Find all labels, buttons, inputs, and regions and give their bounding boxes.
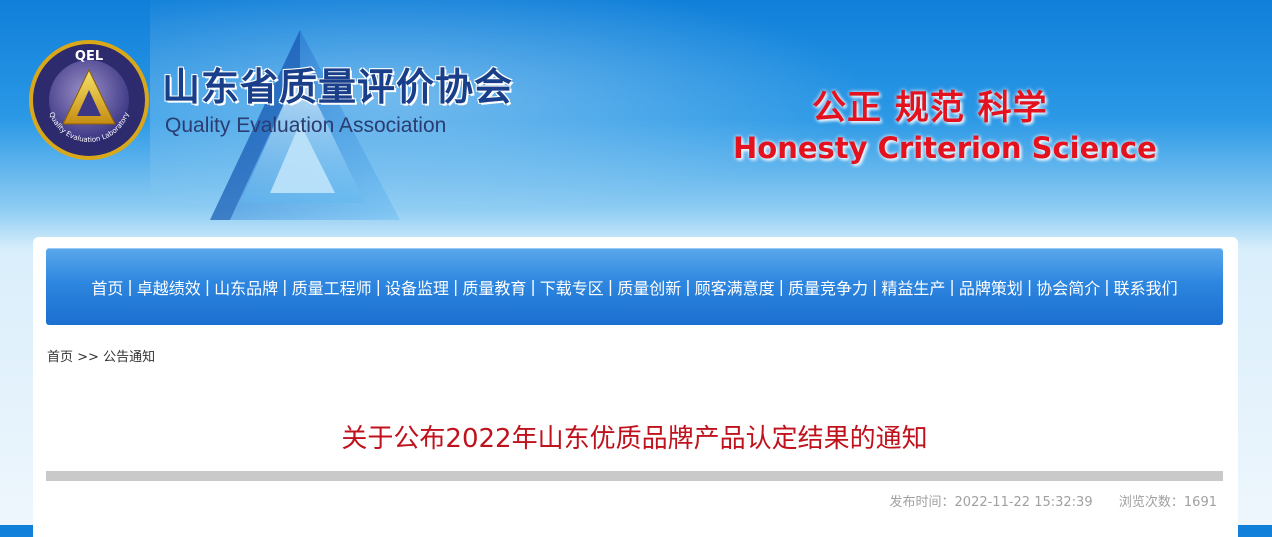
article-meta: 发布时间：2022-11-22 15:32:39 浏览次数：1691 [890, 491, 1217, 510]
publish-time: 2022-11-22 15:32:39 [954, 495, 1093, 510]
nav-item-quality-engineer[interactable]: 质量工程师 [292, 275, 372, 299]
nav-item-brand-planning[interactable]: 品牌策划 [959, 275, 1023, 299]
qel-logo: QEL Quality Evaluation Laboratory [29, 40, 149, 160]
breadcrumb-home[interactable]: 首页 [47, 350, 73, 365]
publish-time-label: 发布时间： [889, 495, 955, 510]
nav-item-lean-production[interactable]: 精益生产 [881, 275, 945, 299]
views-count: 1691 [1183, 495, 1217, 510]
breadcrumb-arrow: >> [77, 350, 99, 365]
logo-qel-text: QEL [75, 49, 103, 64]
article-title: 关于公布2022年山东优质品牌产品认定结果的通知 [341, 424, 928, 454]
breadcrumb-current[interactable]: 公告通知 [103, 350, 155, 365]
nav-item-contact-us[interactable]: 联系我们 [1114, 275, 1178, 299]
nav-separator: | [1104, 277, 1110, 296]
nav-separator: | [1026, 277, 1033, 296]
nav-item-quality-education[interactable]: 质量教育 [462, 275, 526, 299]
nav-item-quality-innovation[interactable]: 质量创新 [617, 275, 681, 299]
nav-item-equipment-supervision[interactable]: 设备监理 [385, 275, 449, 299]
nav-separator: | [127, 277, 133, 296]
nav-item-excellence-performance[interactable]: 卓越绩效 [137, 275, 201, 299]
nav-item-home[interactable]: 首页 [91, 275, 123, 299]
nav-item-quality-competitiveness[interactable]: 质量竞争力 [788, 275, 868, 299]
slogan-english: Honesty Criterion Science [733, 131, 1157, 165]
nav-separator: | [452, 277, 459, 296]
nav-separator: | [375, 277, 381, 296]
nav-separator: | [872, 277, 878, 296]
nav-separator: | [204, 277, 211, 296]
site-title: 山东省质量评价协会 [162, 65, 514, 109]
nav-item-about-association[interactable]: 协会简介 [1036, 275, 1100, 299]
nav-separator: | [949, 277, 955, 296]
nav-item-downloads[interactable]: 下载专区 [540, 275, 604, 299]
views-label: 浏览次数： [1118, 495, 1184, 510]
nav-item-shandong-brand[interactable]: 山东品牌 [214, 275, 278, 299]
nav-list: 首页 | 卓越绩效 | 山东品牌 | 质量工程师 | 设备监理 | 质量教育 |… [91, 275, 1177, 299]
nav-separator: | [778, 277, 784, 296]
nav-item-customer-satisfaction[interactable]: 顾客满意度 [695, 275, 775, 299]
title-divider [46, 471, 1223, 481]
nav-separator: | [685, 277, 691, 296]
site-header: QEL Quality Evaluation Laboratory 山东省质量评… [0, 0, 1272, 240]
slogan-chinese: 公正 规范 科学 [812, 88, 1048, 128]
nav-separator: | [607, 277, 614, 296]
site-subtitle: Quality Evaluation Association [165, 114, 447, 137]
nav-separator: | [530, 277, 536, 296]
main-navbar: 首页 | 卓越绩效 | 山东品牌 | 质量工程师 | 设备监理 | 质量教育 |… [46, 248, 1223, 325]
breadcrumb: 首页 >> 公告通知 [47, 346, 155, 365]
nav-separator: | [282, 277, 288, 296]
